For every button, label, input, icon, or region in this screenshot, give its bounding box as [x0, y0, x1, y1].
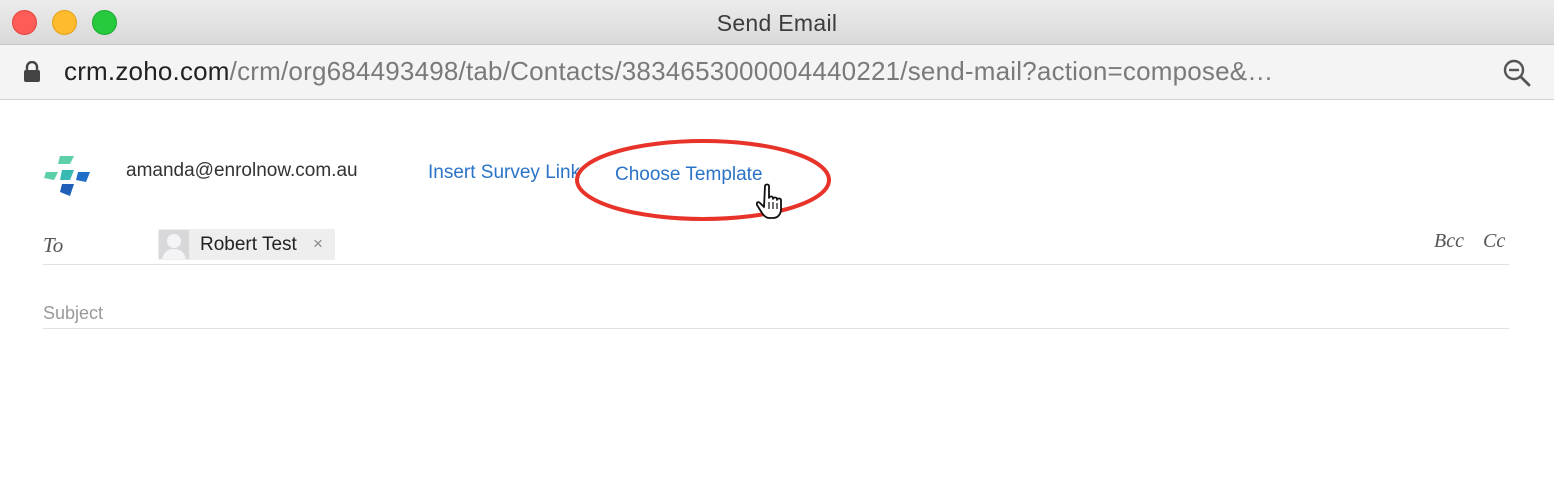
window-titlebar: Send Email — [0, 0, 1554, 45]
to-label: To — [43, 233, 64, 257]
from-email: amanda@enrolnow.com.au — [126, 160, 358, 181]
url-text[interactable]: crm.zoho.com/crm/org684493498/tab/Contac… — [64, 56, 1474, 87]
recipient-name: Robert Test — [200, 234, 297, 255]
cc-toggle[interactable]: Cc — [1483, 230, 1505, 253]
user-placeholder-icon — [159, 230, 189, 259]
avatar — [159, 230, 189, 259]
recipient-chip[interactable]: Robert Test × — [158, 229, 335, 260]
zoho-crm-logo-icon — [44, 156, 90, 196]
window-title: Send Email — [716, 10, 838, 36]
url-path: /crm/org684493498/tab/Contacts/383465300… — [229, 56, 1274, 86]
remove-recipient-icon[interactable]: × — [313, 234, 323, 254]
divider — [43, 328, 1509, 329]
divider — [43, 264, 1509, 265]
zoom-icon[interactable] — [1502, 58, 1532, 88]
bcc-toggle[interactable]: Bcc — [1434, 230, 1464, 253]
subject-input[interactable] — [43, 298, 1509, 328]
choose-template-link[interactable]: Choose Template — [615, 164, 763, 186]
compose-panel: amanda@enrolnow.com.au Insert Survey Lin… — [0, 100, 1554, 479]
hand-cursor-icon — [756, 183, 782, 219]
address-bar[interactable]: crm.zoho.com/crm/org684493498/tab/Contac… — [0, 45, 1554, 100]
insert-survey-link[interactable]: Insert Survey Link — [428, 162, 580, 184]
url-host: crm.zoho.com — [64, 56, 230, 86]
lock-icon — [24, 61, 40, 82]
